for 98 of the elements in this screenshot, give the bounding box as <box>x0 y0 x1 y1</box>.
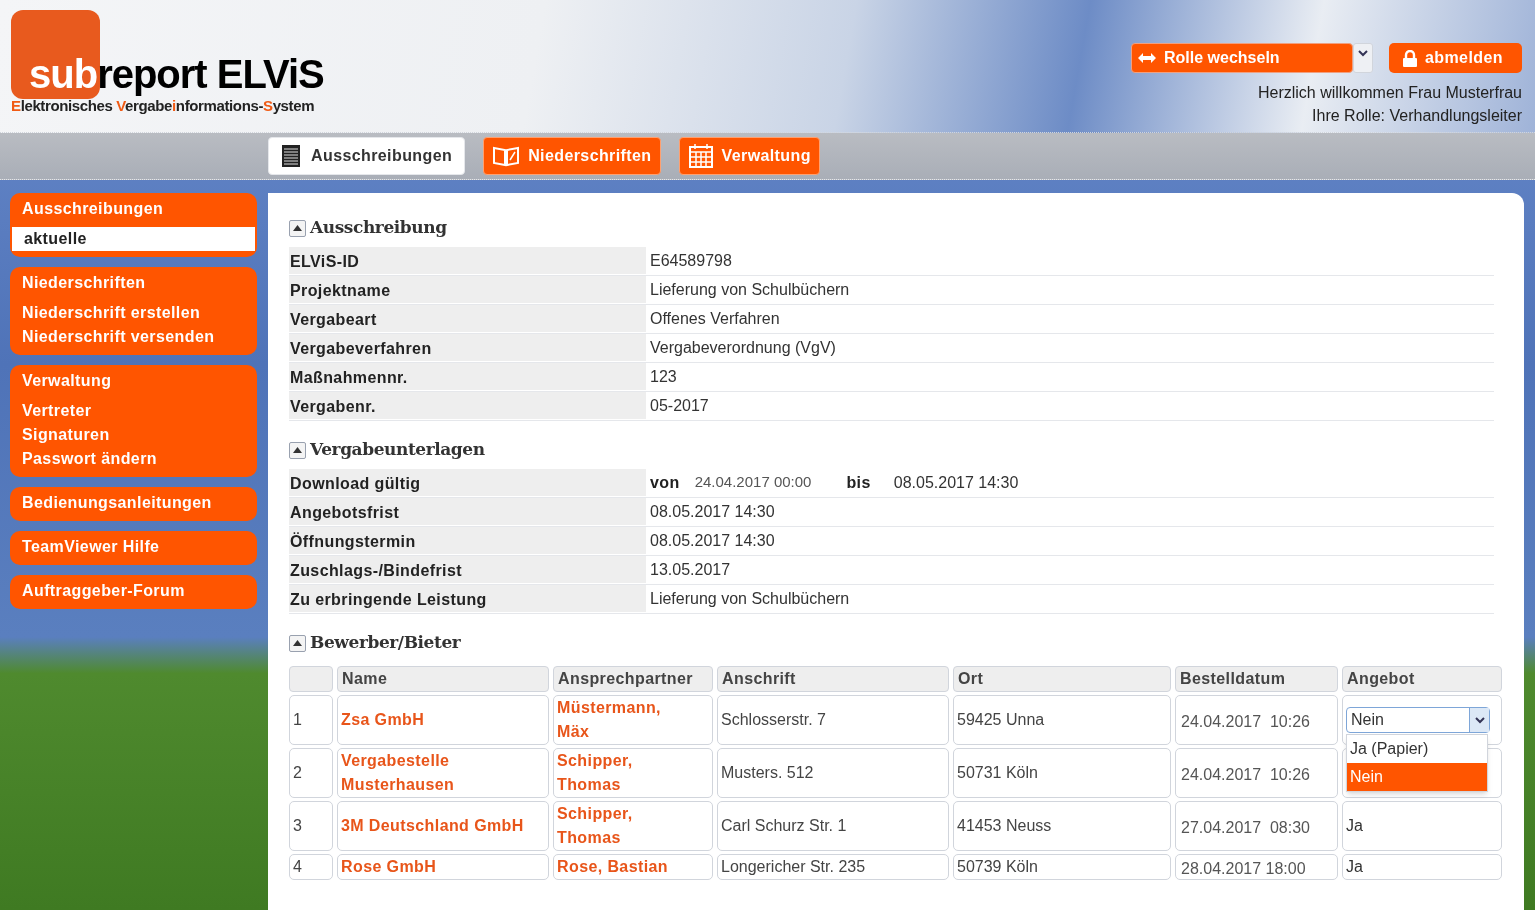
sidebar-heading[interactable]: Bedienungsanleitungen <box>10 491 257 515</box>
nav-tab[interactable]: Ausschreibungen <box>268 137 466 175</box>
table-cell: 1 <box>289 695 333 745</box>
company-link[interactable]: 3M Deutschland GmbH <box>337 801 549 851</box>
sidebar-item[interactable]: Passwort ändern <box>10 447 257 471</box>
field-value: Lieferung von Schulbüchern <box>650 280 850 300</box>
field-label: Maßnahmennr. <box>289 363 646 391</box>
section-title: Vergabeunterlagen <box>310 438 485 462</box>
table-cell: 3 <box>289 801 333 851</box>
table-cell: 27.04.2017 08:30 <box>1175 801 1338 851</box>
list-icon <box>281 144 301 168</box>
sidebar-item[interactable]: aktuelle <box>12 227 255 251</box>
field-label: Angebotsfrist <box>289 498 646 526</box>
sidebar-item[interactable]: Niederschrift versenden <box>10 325 257 349</box>
table-cell: 50739 Köln <box>953 854 1171 880</box>
book-icon <box>492 145 521 167</box>
field-label: Zu erbringende Leistung <box>289 585 646 613</box>
collapse-toggle[interactable] <box>289 634 306 652</box>
field-value: 08.05.2017 14:30 <box>650 502 775 522</box>
contact-link[interactable]: Müstermann, Mäx <box>553 695 713 745</box>
sidebar-item[interactable]: Vertreter <box>10 399 257 423</box>
field-value: Lieferung von Schulbüchern <box>650 589 850 609</box>
welcome-text: Herzlich willkommen Frau Musterfrau <box>1257 83 1522 103</box>
column-header: Bestelldatum <box>1175 666 1338 692</box>
table-header <box>289 666 333 692</box>
section-title: Ausschreibung <box>310 216 447 240</box>
chevron-down-icon <box>1358 50 1368 57</box>
field-value: E64589798 <box>650 251 732 271</box>
column-header: Angebot <box>1342 666 1502 692</box>
contact-link[interactable]: Schipper, Thomas <box>553 801 713 851</box>
table-cell: 28.04.2017 18:00 <box>1175 854 1338 880</box>
dropdown-option[interactable]: Nein <box>1347 763 1487 791</box>
sidebar-heading[interactable]: Verwaltung <box>10 369 257 393</box>
contact-link[interactable]: Schipper, Thomas <box>553 748 713 798</box>
field-value: 08.05.2017 14:30 <box>650 531 775 551</box>
field-label: bis <box>846 473 871 493</box>
field-label: Öffnungstermin <box>289 527 646 555</box>
field-value: Offenes Verfahren <box>650 309 780 329</box>
table-cell: Carl Schurz Str. 1 <box>717 801 949 851</box>
field-label: Vergabeverfahren <box>289 334 646 362</box>
table-cell: 2 <box>289 748 333 798</box>
field-label: Vergabeart <box>289 305 646 333</box>
role-text: Ihre Rolle: Verhandlungsleiter <box>1312 106 1522 126</box>
collapse-toggle[interactable] <box>289 441 306 459</box>
field-value: 123 <box>650 367 677 387</box>
triangle-up-icon <box>293 447 302 453</box>
sidebar-heading[interactable]: Ausschreibungen <box>10 197 257 221</box>
company-link[interactable]: Vergabestelle Musterhausen <box>337 748 549 798</box>
field-label: Projektname <box>289 276 646 304</box>
field-value: 24.04.2017 00:00 <box>694 472 812 492</box>
sidebar-heading[interactable]: Niederschriften <box>10 271 257 295</box>
sidebar-heading[interactable]: Auftraggeber-Forum <box>10 579 257 603</box>
column-header: Ansprechpartner <box>553 666 713 692</box>
field-label: von <box>650 473 680 493</box>
contact-link[interactable]: Rose, Bastian <box>553 854 713 880</box>
table-cell: Schlosserstr. 7 <box>717 695 949 745</box>
table-cell: 24.04.2017 10:26 <box>1175 748 1338 798</box>
sidebar-heading[interactable]: TeamViewer Hilfe <box>10 535 257 559</box>
field-value: Vergabeverordnung (VgV) <box>650 338 836 358</box>
table-cell-text: Ja <box>1346 816 1363 836</box>
field-label: Zuschlags-/Bindefrist <box>289 556 646 584</box>
table-cell: Musters. 512 <box>717 748 949 798</box>
collapse-toggle[interactable] <box>289 219 306 237</box>
double-arrow-icon <box>1138 53 1156 63</box>
nav-tab[interactable]: Verwaltung <box>678 137 820 175</box>
lock-icon <box>1403 49 1417 67</box>
table-cell: 59425 Unna <box>953 695 1171 745</box>
field-label: Vergabenr. <box>289 392 646 420</box>
field-value: 05-2017 <box>650 396 709 416</box>
logout-button[interactable]: abmelden <box>1389 43 1522 73</box>
dropdown-option[interactable]: Ja (Papier) <box>1347 735 1487 763</box>
company-link[interactable]: Zsa GmbH <box>337 695 549 745</box>
table-cell-text: Ja <box>1346 857 1363 877</box>
table-cell: 50731 Köln <box>953 748 1171 798</box>
field-value: 08.05.2017 14:30 <box>893 473 1019 493</box>
table-cell: 4 <box>289 854 333 880</box>
column-header: Name <box>337 666 549 692</box>
field-label: Download gültig <box>289 469 646 497</box>
logo-tagline: Elektronisches Vergabeinformations-System <box>11 97 316 115</box>
column-header: Ort <box>953 666 1171 692</box>
column-header: Anschrift <box>717 666 949 692</box>
nav-tab[interactable]: Niederschriften <box>483 137 661 175</box>
triangle-up-icon <box>293 640 302 646</box>
table-cell: Longericher Str. 235 <box>717 854 949 880</box>
sidebar-item[interactable]: Signaturen <box>10 423 257 447</box>
field-label: ELViS-ID <box>289 247 646 275</box>
triangle-up-icon <box>293 225 302 231</box>
chevron-down-icon <box>1474 716 1485 724</box>
dropdown-toggle[interactable] <box>1353 43 1373 73</box>
section-title: Bewerber/Bieter <box>310 631 461 655</box>
table-cell: 24.04.2017 10:26 <box>1175 695 1338 745</box>
calendar-icon <box>687 143 714 169</box>
field-value: 13.05.2017 <box>650 560 731 580</box>
sidebar-item[interactable]: Niederschrift erstellen <box>10 301 257 325</box>
role-switch-button[interactable]: Rolle wechseln <box>1131 43 1353 73</box>
company-link[interactable]: Rose GmbH <box>337 854 549 880</box>
offer-select[interactable]: Nein <box>1346 707 1490 733</box>
table-cell: 41453 Neuss <box>953 801 1171 851</box>
